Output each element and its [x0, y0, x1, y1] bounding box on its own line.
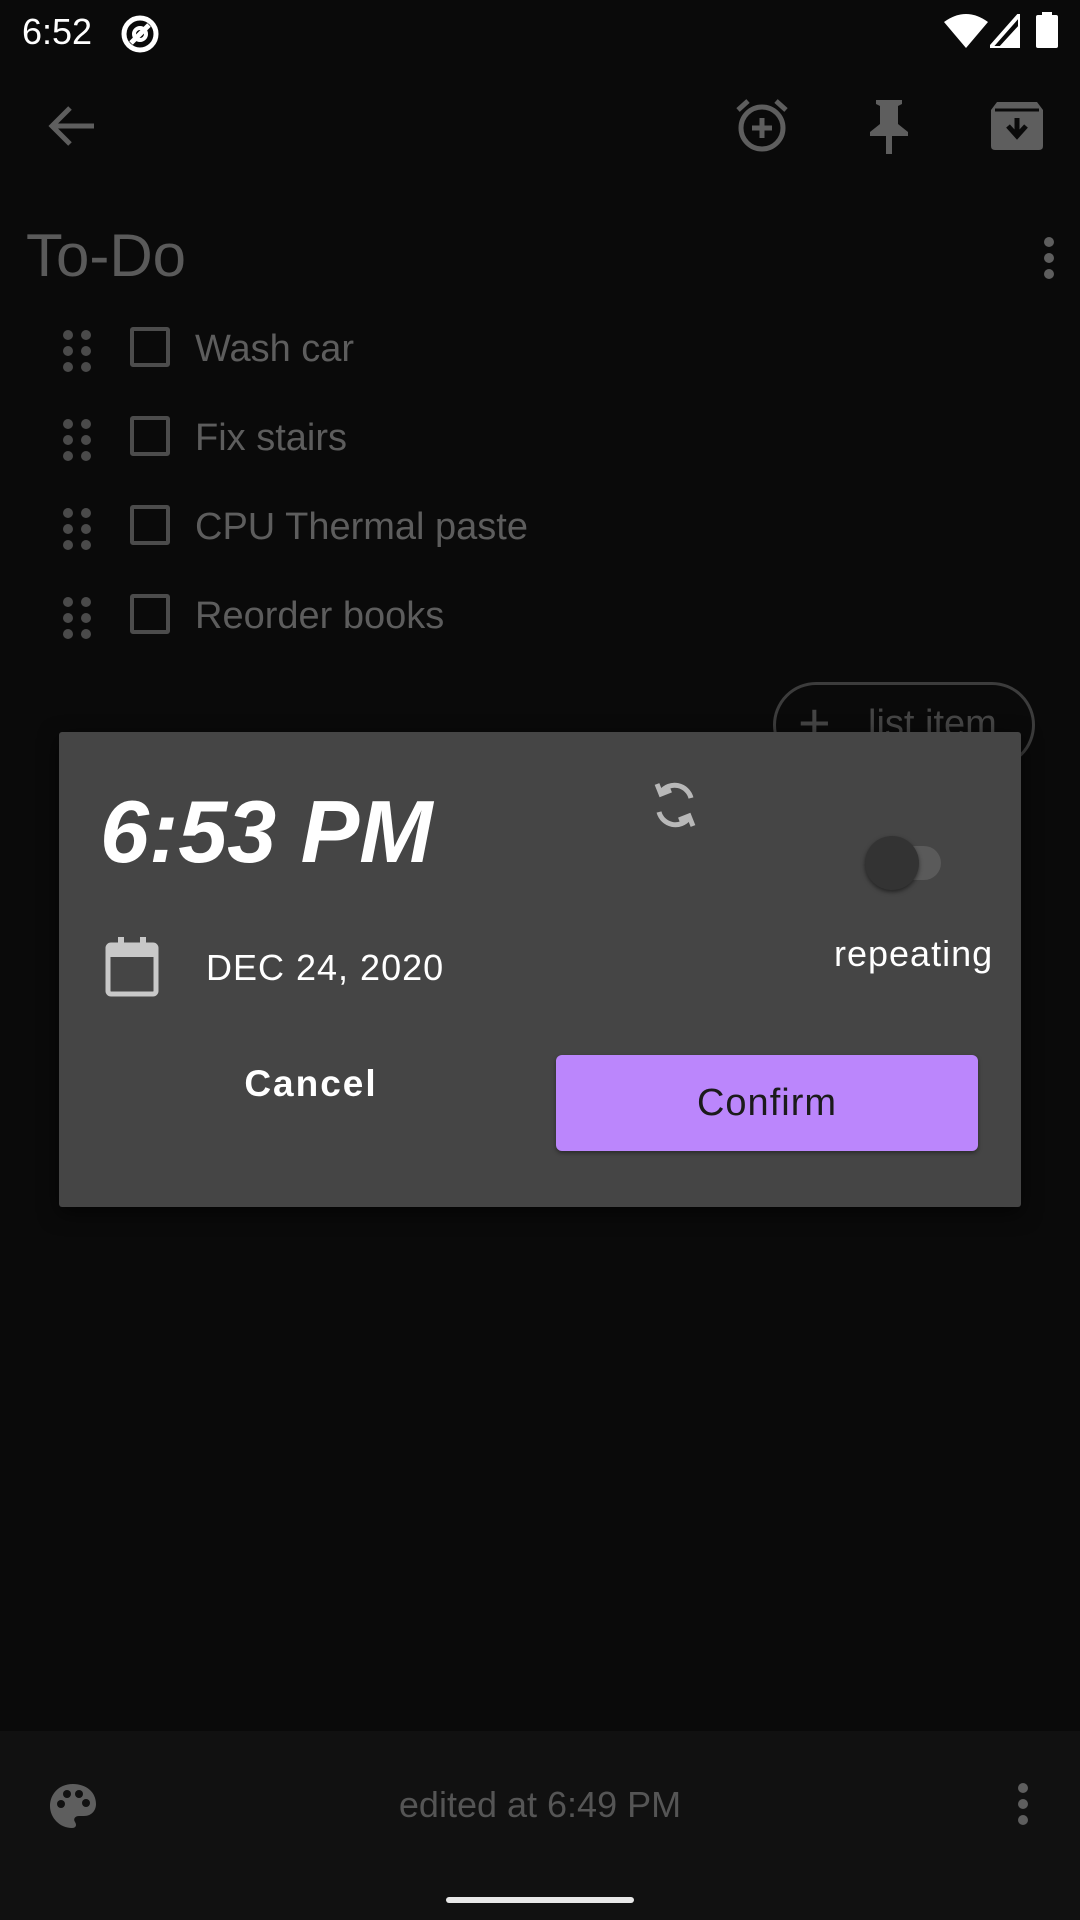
- list-item[interactable]: Fix stairs: [60, 396, 760, 476]
- list-item[interactable]: Wash car: [60, 307, 760, 387]
- back-arrow-icon[interactable]: [48, 104, 96, 148]
- reminder-dialog: 6:53 PM DEC 24, 2020 repeating Cancel Co…: [59, 732, 1021, 1207]
- pin-icon[interactable]: [866, 98, 912, 154]
- battery-icon: [1036, 12, 1058, 48]
- repeat-sync-icon: [654, 782, 696, 828]
- note-title[interactable]: To-Do: [26, 220, 186, 292]
- cancel-button[interactable]: Cancel: [181, 1052, 441, 1116]
- repeating-toggle[interactable]: [865, 836, 919, 890]
- drag-handle-icon[interactable]: [60, 418, 94, 462]
- checkbox[interactable]: [130, 505, 170, 545]
- drag-handle-icon[interactable]: [60, 596, 94, 640]
- data-saver-icon: [121, 15, 159, 53]
- list-item-label[interactable]: Reorder books: [195, 594, 444, 638]
- edited-timestamp: edited at 6:49 PM: [398, 1784, 682, 1825]
- home-indicator[interactable]: [446, 1897, 634, 1903]
- list-item-label[interactable]: Fix stairs: [195, 416, 347, 460]
- calendar-icon[interactable]: [105, 937, 159, 997]
- wifi-icon: [944, 14, 988, 48]
- checkbox[interactable]: [130, 416, 170, 456]
- checkbox[interactable]: [130, 594, 170, 634]
- cell-signal-icon: [990, 14, 1020, 48]
- drag-handle-icon[interactable]: [60, 507, 94, 551]
- list-item-label[interactable]: CPU Thermal paste: [195, 505, 528, 549]
- confirm-button[interactable]: Confirm: [556, 1055, 978, 1151]
- list-item[interactable]: CPU Thermal paste: [60, 485, 760, 565]
- repeating-label: repeating: [834, 933, 994, 974]
- drag-handle-icon[interactable]: [60, 329, 94, 373]
- reminder-time[interactable]: 6:53 PM: [100, 782, 433, 882]
- archive-icon[interactable]: [991, 100, 1043, 150]
- more-vert-icon[interactable]: [1016, 1782, 1030, 1826]
- checkbox[interactable]: [130, 327, 170, 367]
- list-item-label[interactable]: Wash car: [195, 327, 354, 371]
- list-item[interactable]: Reorder books: [60, 574, 760, 654]
- alarm-add-icon[interactable]: [734, 98, 790, 154]
- more-vert-icon[interactable]: [1042, 236, 1056, 280]
- status-time: 6:52: [22, 11, 93, 52]
- reminder-date[interactable]: DEC 24, 2020: [206, 946, 444, 990]
